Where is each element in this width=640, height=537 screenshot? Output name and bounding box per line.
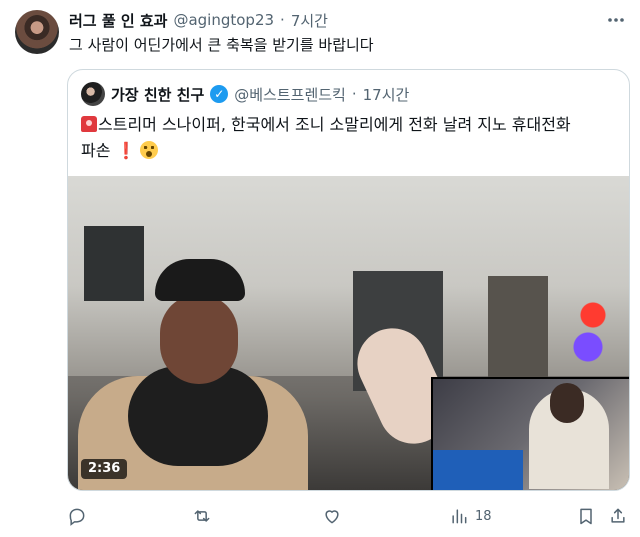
tweet-actions: 18 — [67, 504, 628, 528]
author-avatar[interactable] — [15, 10, 59, 54]
like-icon — [325, 510, 339, 524]
video-person-face — [160, 294, 238, 384]
views-button[interactable]: 18 — [449, 504, 492, 528]
views-icon — [452, 509, 467, 524]
quoted-author-name[interactable]: 가장 친한 친구 — [111, 84, 204, 105]
tweet-header: 러그 풀 인 효과 @agingtop23 · 7시간 — [69, 10, 600, 30]
quoted-text-line1: 스트리머 스나이퍼, 한국에서 조니 소말리에게 전화 날려 지노 휴대전화 — [98, 115, 571, 134]
author-handle[interactable]: @agingtop23 — [173, 11, 274, 29]
separator-dot: · — [280, 11, 285, 29]
bookmark-icon — [580, 508, 592, 525]
author-name[interactable]: 러그 풀 인 효과 — [69, 10, 167, 31]
quoted-author-avatar[interactable] — [81, 82, 105, 106]
video-window — [84, 226, 144, 301]
exclamation-emoji-icon: ❗ — [110, 141, 136, 160]
video-duration-badge: 2:36 — [81, 459, 128, 479]
retweet-button[interactable] — [192, 504, 212, 528]
quoted-tweet-timestamp[interactable]: 17시간 — [363, 84, 410, 105]
siren-emoji-icon — [81, 116, 97, 132]
verified-badge-icon: ✓ — [210, 85, 229, 103]
quoted-tweet-header: 가장 친한 친구 ✓ @베스트프렌드킥 · 17시간 — [81, 82, 619, 106]
bookmark-button[interactable] — [576, 504, 596, 528]
quoted-author-handle[interactable]: @베스트프렌드킥 — [234, 84, 346, 105]
reply-button[interactable] — [67, 504, 87, 528]
like-button[interactable] — [322, 504, 342, 528]
reply-icon — [69, 508, 85, 526]
retweet-icon — [194, 510, 210, 522]
surprised-face-emoji-icon — [139, 141, 158, 159]
views-count: 18 — [475, 508, 492, 524]
tweet-text: 그 사람이 어딘가에서 큰 축복을 받기를 바랍니다 — [69, 36, 374, 54]
video-person-beanie — [155, 259, 245, 301]
video-player[interactable]: 2:36 — [68, 176, 629, 490]
share-button[interactable] — [608, 504, 628, 528]
quoted-tweet[interactable]: 가장 친한 친구 ✓ @베스트프렌드킥 · 17시간 스트리머 스나이퍼, 한국… — [67, 69, 630, 491]
share-icon — [611, 508, 625, 523]
video-picture-in-picture — [431, 377, 629, 490]
quoted-text-line2: 파손 — [81, 141, 111, 160]
separator-dot: · — [351, 85, 357, 103]
tweet-timestamp[interactable]: 7시간 — [291, 10, 328, 31]
quoted-tweet-text: 스트리머 스나이퍼, 한국에서 조니 소말리에게 전화 날려 지노 휴대전화 파… — [81, 112, 617, 164]
more-icon[interactable] — [606, 12, 626, 28]
video-neon-lights — [568, 291, 618, 371]
video-doorway — [488, 276, 548, 386]
